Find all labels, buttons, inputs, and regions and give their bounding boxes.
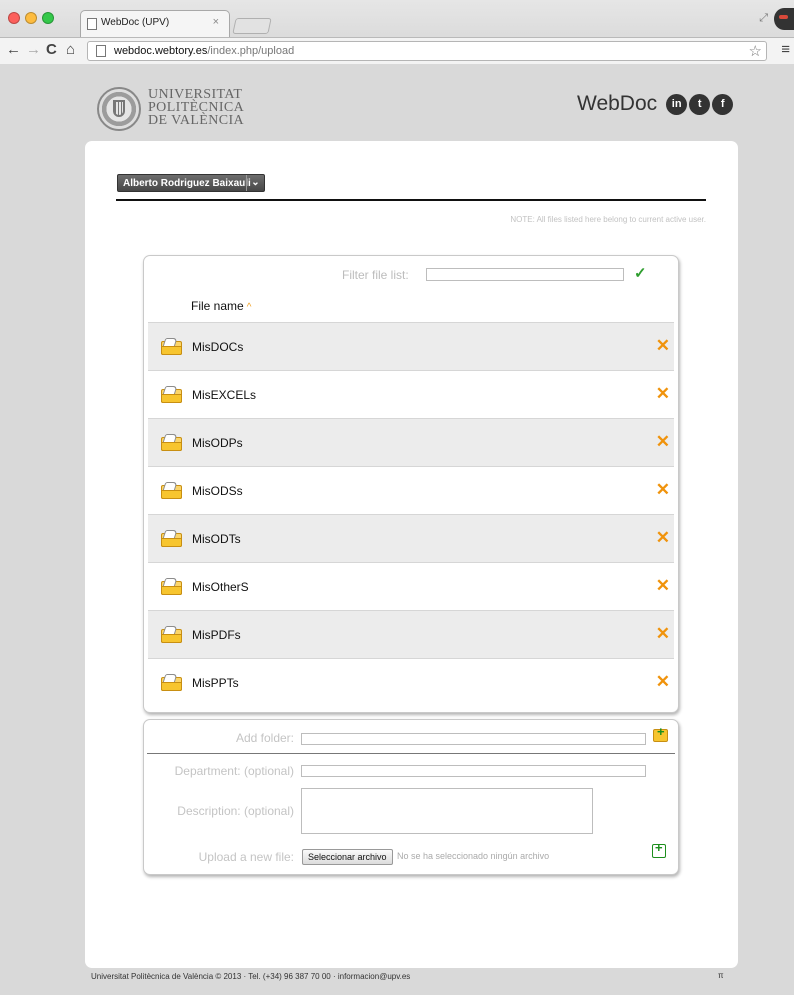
delete-icon[interactable]: ✕ bbox=[656, 432, 670, 452]
reload-button[interactable]: C bbox=[46, 42, 57, 58]
folder-icon bbox=[161, 626, 182, 643]
linkedin-icon[interactable]: in bbox=[666, 93, 688, 115]
minimize-window-button[interactable] bbox=[25, 12, 37, 24]
delete-icon[interactable]: ✕ bbox=[656, 576, 670, 596]
add-folder-input[interactable] bbox=[301, 733, 646, 745]
folder-name[interactable]: MisODTs bbox=[192, 532, 241, 546]
upload-file-icon[interactable] bbox=[652, 840, 666, 858]
department-input[interactable] bbox=[301, 765, 646, 777]
folder-name[interactable]: MisODSs bbox=[192, 484, 243, 498]
address-bar[interactable]: webdoc.webtory.es/index.php/upload ☆ bbox=[87, 41, 767, 61]
forward-button[interactable]: → bbox=[26, 42, 41, 58]
delete-icon[interactable]: ✕ bbox=[656, 384, 670, 404]
browser-chrome: WebDoc (UPV) × ⤢ ← → C ⌂ webdoc.webtory.… bbox=[0, 0, 794, 64]
brand-header: WebDoc in t f bbox=[577, 92, 734, 116]
tab-title: WebDoc (UPV) bbox=[101, 17, 170, 28]
new-tab-button[interactable] bbox=[232, 18, 272, 34]
browser-toolbar: ← → C ⌂ webdoc.webtory.es/index.php/uplo… bbox=[0, 37, 794, 64]
list-item[interactable]: MisODTs ✕ bbox=[148, 514, 674, 562]
upload-label: Upload a new file: bbox=[198, 850, 294, 864]
add-folder-panel: Add folder: Department: (optional) Descr… bbox=[143, 719, 679, 875]
folder-icon bbox=[161, 434, 182, 451]
page-icon bbox=[96, 45, 106, 57]
file-list-panel: Filter file list: ✓ File name ^ MisDOCs ✕… bbox=[143, 255, 679, 713]
profile-avatar[interactable] bbox=[774, 8, 794, 30]
add-folder-label: Add folder: bbox=[235, 731, 294, 745]
folder-icon bbox=[161, 674, 182, 691]
browser-menu-icon[interactable]: ≡ bbox=[781, 41, 790, 58]
column-header-label: File name bbox=[191, 299, 244, 313]
page-icon bbox=[87, 18, 97, 30]
delete-icon[interactable]: ✕ bbox=[656, 480, 670, 500]
folder-icon bbox=[161, 338, 182, 355]
list-item[interactable]: MisPDFs ✕ bbox=[148, 610, 674, 658]
filter-label: Filter file list: bbox=[342, 268, 409, 282]
choose-file-button[interactable]: Seleccionar archivo bbox=[302, 849, 393, 865]
file-rows: MisDOCs ✕ MisEXCELs ✕ MisODPs ✕ MisODSs … bbox=[148, 322, 674, 706]
close-tab-icon[interactable]: × bbox=[213, 16, 219, 28]
main-card: Alberto Rodriguez Baixauli ⌄ NOTE: All f… bbox=[85, 141, 738, 968]
delete-icon[interactable]: ✕ bbox=[656, 336, 670, 356]
description-label: Description: (optional) bbox=[177, 804, 294, 818]
folder-name[interactable]: MisPPTs bbox=[192, 676, 239, 690]
delete-icon[interactable]: ✕ bbox=[656, 528, 670, 548]
check-icon[interactable]: ✓ bbox=[634, 264, 647, 282]
url-path: /index.php/upload bbox=[207, 45, 295, 57]
zoom-window-button[interactable] bbox=[42, 12, 54, 24]
bookmark-star-icon[interactable]: ☆ bbox=[749, 42, 762, 60]
folder-name[interactable]: MisODPs bbox=[192, 436, 243, 450]
chevron-down-icon[interactable]: ⌄ bbox=[246, 175, 264, 191]
department-label: Department: (optional) bbox=[174, 764, 294, 778]
browser-tab[interactable]: WebDoc (UPV) × bbox=[80, 10, 230, 37]
user-note: NOTE: All files listed here belong to cu… bbox=[510, 215, 706, 224]
university-seal-icon bbox=[97, 87, 141, 131]
user-name: Alberto Rodriguez Baixauli bbox=[123, 178, 251, 189]
footer-pi-link[interactable]: π bbox=[718, 971, 724, 980]
column-header-file-name[interactable]: File name ^ bbox=[191, 299, 251, 313]
delete-icon[interactable]: ✕ bbox=[656, 672, 670, 692]
list-item[interactable]: MisEXCELs ✕ bbox=[148, 370, 674, 418]
twitter-icon[interactable]: t bbox=[689, 93, 711, 115]
back-button[interactable]: ← bbox=[6, 42, 21, 58]
description-textarea[interactable] bbox=[301, 788, 593, 834]
folder-name[interactable]: MisOtherS bbox=[192, 580, 249, 594]
university-logo[interactable]: UNIVERSITAT POLITÈCNICA DE VALÈNCIA bbox=[97, 87, 247, 131]
footer-text: Universitat Politècnica de València © 20… bbox=[91, 972, 411, 981]
filter-input[interactable] bbox=[426, 268, 624, 281]
sort-ascending-icon[interactable]: ^ bbox=[247, 302, 252, 313]
add-folder-icon[interactable] bbox=[653, 724, 668, 742]
list-item[interactable]: MisODPs ✕ bbox=[148, 418, 674, 466]
list-item[interactable]: MisODSs ✕ bbox=[148, 466, 674, 514]
divider bbox=[116, 199, 706, 201]
file-status: No se ha seleccionado ningún archivo bbox=[397, 851, 550, 861]
close-window-button[interactable] bbox=[8, 12, 20, 24]
folder-name[interactable]: MisEXCELs bbox=[192, 388, 256, 402]
facebook-icon[interactable]: f bbox=[712, 93, 734, 115]
list-item[interactable]: MisDOCs ✕ bbox=[148, 322, 674, 370]
fullscreen-icon[interactable]: ⤢ bbox=[759, 12, 768, 25]
url-host: webdoc.webtory.es bbox=[114, 45, 208, 57]
folder-icon bbox=[161, 578, 182, 595]
divider bbox=[147, 753, 675, 754]
url-text: webdoc.webtory.es/index.php/upload bbox=[114, 45, 294, 57]
university-name: UNIVERSITAT POLITÈCNICA DE VALÈNCIA bbox=[148, 87, 245, 128]
folder-name[interactable]: MisPDFs bbox=[192, 628, 241, 642]
delete-icon[interactable]: ✕ bbox=[656, 624, 670, 644]
list-item[interactable]: MisPPTs ✕ bbox=[148, 658, 674, 706]
brand-name: WebDoc bbox=[577, 92, 658, 115]
folder-icon bbox=[161, 482, 182, 499]
list-item[interactable]: MisOtherS ✕ bbox=[148, 562, 674, 610]
home-button[interactable]: ⌂ bbox=[66, 42, 75, 58]
folder-name[interactable]: MisDOCs bbox=[192, 340, 243, 354]
user-select[interactable]: Alberto Rodriguez Baixauli ⌄ bbox=[117, 174, 265, 192]
folder-icon bbox=[161, 530, 182, 547]
folder-icon bbox=[161, 386, 182, 403]
window-controls bbox=[8, 12, 54, 24]
